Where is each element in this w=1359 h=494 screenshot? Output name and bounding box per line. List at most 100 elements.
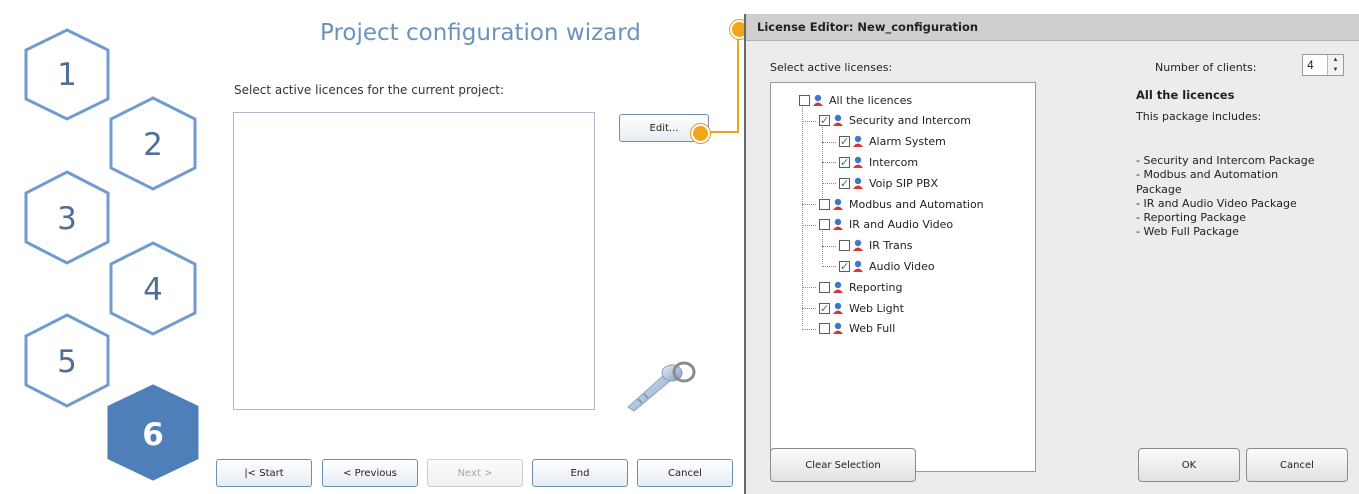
end-button[interactable]: End <box>532 459 628 487</box>
license-description: All the licences This package includes: … <box>1136 88 1315 240</box>
license-icon <box>853 156 863 168</box>
license-checkbox[interactable]: ✓ <box>839 260 850 272</box>
wizard-title: Project configuration wizard <box>320 20 641 46</box>
wizard-panel: 1 2 3 4 5 6 Project configuration wizard… <box>0 0 749 494</box>
license-icon <box>833 323 843 335</box>
license-checkbox[interactable]: ✓ <box>839 156 850 168</box>
license-checkbox[interactable]: ✓ <box>819 115 830 127</box>
ok-button[interactable]: OK <box>1138 448 1240 482</box>
description-item: - Reporting Package <box>1136 211 1247 225</box>
license-icon <box>833 198 843 210</box>
tree-node[interactable]: ✓ Web Light <box>819 299 904 317</box>
license-checkbox[interactable] <box>819 323 830 335</box>
tree-node[interactable]: All the licences <box>799 91 912 109</box>
spinner-arrows[interactable]: ▲ ▼ <box>1327 55 1343 75</box>
start-button[interactable]: |< Start <box>216 459 312 487</box>
next-button[interactable]: Next > <box>427 459 523 487</box>
license-icon <box>833 115 843 127</box>
license-checkbox[interactable] <box>799 94 810 106</box>
svg-text:5: 5 <box>57 344 77 380</box>
license-checkbox[interactable] <box>819 198 830 210</box>
licences-instruction: Select active licences for the current p… <box>234 83 505 97</box>
step-6-hexagon-active[interactable]: 6 <box>107 384 199 481</box>
license-checkbox[interactable]: ✓ <box>819 302 830 314</box>
description-item: - IR and Audio Video Package <box>1136 196 1297 210</box>
description-item: - Modbus and Automation <box>1136 168 1279 182</box>
tree-node-label: IR and Audio Video <box>849 218 954 232</box>
tree-node[interactable]: ✓ Voip SIP PBX <box>839 174 938 192</box>
tree-connector <box>822 245 836 247</box>
license-icon <box>853 135 863 148</box>
license-checkbox[interactable]: ✓ <box>839 177 850 189</box>
svg-text:4: 4 <box>143 272 163 308</box>
svg-text:2: 2 <box>143 127 163 163</box>
tree-connector <box>822 141 836 143</box>
tree-connector <box>802 224 816 226</box>
tree-node[interactable]: ✓ Alarm System <box>839 133 946 151</box>
tree-connector <box>822 162 836 164</box>
tree-node-label: Modbus and Automation <box>849 197 984 211</box>
license-checkbox[interactable] <box>819 281 830 293</box>
description-intro: This package includes: <box>1136 110 1262 123</box>
dialog-cancel-button[interactable]: Cancel <box>1246 448 1348 482</box>
tree-connector <box>822 266 836 268</box>
step-3-hexagon[interactable]: 3 <box>24 170 110 265</box>
license-icon <box>853 239 863 252</box>
tree-node-label: Reporting <box>849 280 903 294</box>
description-item: - Web Full Package <box>1136 225 1239 239</box>
license-checkbox[interactable]: ✓ <box>839 136 850 148</box>
license-icon <box>853 177 863 189</box>
svg-text:3: 3 <box>57 201 77 237</box>
svg-text:1: 1 <box>57 57 77 93</box>
tree-node-label: Voip SIP PBX <box>869 176 939 190</box>
tree-connector <box>802 101 803 326</box>
tree-connector <box>802 120 816 122</box>
tree-connector <box>822 122 823 206</box>
tree-node[interactable]: ✓ Audio Video <box>839 257 935 275</box>
tree-node[interactable]: Modbus and Automation <box>819 195 984 213</box>
tree-node-label: All the licences <box>829 93 913 107</box>
license-icon <box>833 302 843 314</box>
tree-connector <box>802 308 816 309</box>
tree-connector <box>802 328 816 330</box>
tree-node[interactable]: IR and Audio Video <box>819 216 953 234</box>
tree-connector <box>802 204 816 205</box>
previous-button[interactable]: < Previous <box>322 459 418 487</box>
svg-text:6: 6 <box>142 417 164 453</box>
tree-node-label: Security and Intercom <box>849 114 971 128</box>
tree-node[interactable]: Web Full <box>819 320 895 338</box>
tree-node[interactable]: ✓ Security and Intercom <box>819 112 971 130</box>
clients-spinner[interactable]: 4 ▲ ▼ <box>1302 54 1344 76</box>
description-heading: All the licences <box>1136 88 1235 102</box>
step-5-hexagon[interactable]: 5 <box>24 313 110 408</box>
tree-connector <box>802 287 816 289</box>
clients-label: Number of clients: <box>1155 61 1257 74</box>
tree-node-label: Web Full <box>849 322 896 336</box>
description-item: - Security and Intercom Package <box>1136 154 1315 167</box>
step-2-hexagon[interactable]: 2 <box>109 96 197 191</box>
select-licenses-label: Select active licenses: <box>770 61 893 74</box>
license-icon <box>833 281 843 293</box>
callout-dot-edit <box>691 124 710 143</box>
step-4-hexagon[interactable]: 4 <box>109 241 197 336</box>
license-checkbox[interactable] <box>839 240 850 252</box>
description-item: Package <box>1136 182 1182 196</box>
tree-node-label: Alarm System <box>869 135 946 149</box>
tree-node-label: Audio Video <box>869 259 935 273</box>
tree-node[interactable]: ✓ Intercom <box>839 153 918 171</box>
tree-node[interactable]: Reporting <box>819 278 902 296</box>
clients-value[interactable]: 4 <box>1307 58 1314 72</box>
tree-node-label: Web Light <box>849 301 904 315</box>
clear-selection-button[interactable]: Clear Selection <box>770 448 916 482</box>
license-tree[interactable]: All the licences ✓ Security and Intercom ✓ A… <box>770 82 1036 472</box>
license-checkbox[interactable] <box>819 219 830 231</box>
active-licences-list[interactable] <box>233 112 595 410</box>
license-icon <box>813 94 823 106</box>
cancel-button[interactable]: Cancel <box>637 459 733 487</box>
tree-connector <box>822 183 836 185</box>
dialog-titlebar[interactable]: License Editor: New_configuration <box>746 14 1359 41</box>
tree-node-label: Intercom <box>869 155 919 169</box>
step-1-hexagon[interactable]: 1 <box>24 28 110 121</box>
key-icon <box>627 361 696 412</box>
tree-node[interactable]: IR Trans <box>839 237 912 255</box>
